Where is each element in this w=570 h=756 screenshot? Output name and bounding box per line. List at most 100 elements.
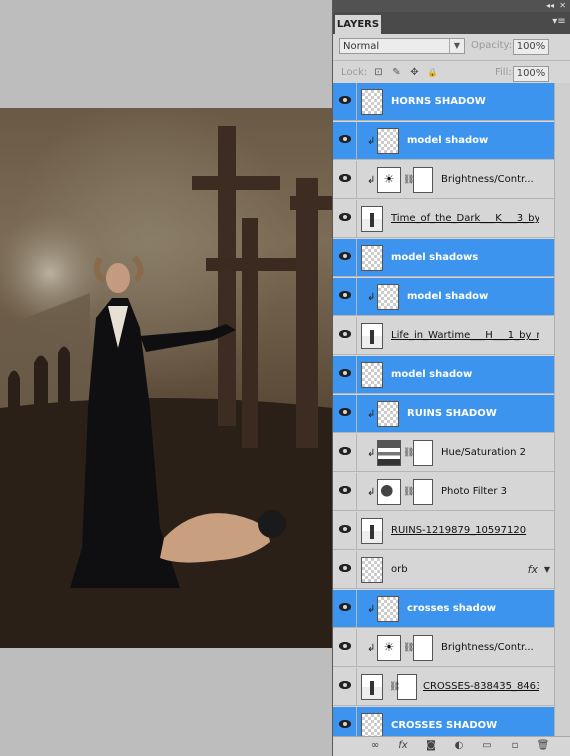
clipping-arrow-icon: ↲ bbox=[367, 409, 376, 420]
layer-row[interactable]: ↲ ☀ ⛓ Brightness/Contr... bbox=[333, 161, 554, 199]
layer-row[interactable]: Life_in_Wartime___H___1_by_m... bbox=[333, 317, 554, 355]
photo-filter-icon[interactable] bbox=[377, 479, 401, 505]
layer-row[interactable]: ↲ RUINS SHADOW bbox=[333, 395, 554, 433]
layer-thumbnail[interactable] bbox=[361, 206, 383, 232]
layer-name[interactable]: model shadow bbox=[407, 122, 539, 160]
new-group-icon[interactable]: ▭ bbox=[479, 739, 495, 753]
layer-name[interactable]: model shadows bbox=[391, 239, 539, 277]
layer-name[interactable]: Brightness/Contr... bbox=[441, 161, 539, 199]
hue-saturation-icon[interactable] bbox=[377, 440, 401, 466]
new-adjustment-layer-icon[interactable]: ◐ bbox=[451, 739, 467, 753]
layer-row[interactable]: model shadow bbox=[333, 356, 554, 394]
layer-name[interactable]: crosses shadow bbox=[407, 590, 539, 628]
visibility-eye-icon[interactable] bbox=[333, 629, 357, 667]
visibility-eye-icon[interactable] bbox=[333, 356, 357, 394]
layer-thumbnail[interactable] bbox=[361, 674, 383, 700]
add-layer-style-icon[interactable]: fx bbox=[395, 739, 411, 753]
visibility-eye-icon[interactable] bbox=[333, 473, 357, 511]
layer-name[interactable]: orb bbox=[391, 551, 539, 589]
lock-all-icon[interactable]: 🔒 bbox=[427, 67, 438, 78]
chain-link-icon[interactable]: ⛓ bbox=[389, 682, 400, 692]
layer-name[interactable]: Brightness/Contr... bbox=[441, 629, 539, 667]
panel-menu-icon[interactable]: ▾≡ bbox=[552, 16, 566, 28]
layer-name[interactable]: CROSSES-838435_8463... bbox=[423, 668, 539, 706]
layer-row[interactable]: ↲ ☀ ⛓ Brightness/Contr... bbox=[333, 629, 554, 667]
layer-thumbnail[interactable] bbox=[361, 713, 383, 737]
visibility-eye-icon[interactable] bbox=[333, 83, 357, 121]
layer-row[interactable]: Time_of_the_Dark___K___3_by... bbox=[333, 200, 554, 238]
new-layer-icon[interactable]: ▫ bbox=[507, 739, 523, 753]
link-layers-icon[interactable]: ∞ bbox=[367, 739, 383, 753]
visibility-eye-icon[interactable] bbox=[333, 122, 357, 160]
layer-thumbnail[interactable] bbox=[377, 401, 399, 427]
layer-name[interactable]: RUINS SHADOW bbox=[407, 395, 539, 433]
layer-thumbnail[interactable] bbox=[377, 284, 399, 310]
visibility-eye-icon[interactable] bbox=[333, 395, 357, 433]
layer-row[interactable]: model shadows bbox=[333, 239, 554, 277]
layer-row[interactable]: ↲ model shadow bbox=[333, 122, 554, 160]
lock-image-icon[interactable]: ✎ bbox=[391, 67, 402, 78]
layer-thumbnail[interactable] bbox=[361, 323, 383, 349]
layer-name[interactable]: Photo Filter 3 bbox=[441, 473, 539, 511]
layer-thumbnail[interactable] bbox=[361, 362, 383, 388]
layer-row[interactable]: orb fx ▼ bbox=[333, 551, 554, 589]
layer-name[interactable]: Life_in_Wartime___H___1_by_m... bbox=[391, 317, 539, 355]
layer-thumbnail[interactable] bbox=[361, 518, 383, 544]
blend-mode-select[interactable]: Normal ▼ bbox=[339, 38, 465, 54]
layer-row[interactable]: ⛓ CROSSES-838435_8463... bbox=[333, 668, 554, 706]
layer-mask-thumbnail[interactable] bbox=[413, 479, 433, 505]
visibility-eye-icon[interactable] bbox=[333, 200, 357, 238]
visibility-eye-icon[interactable] bbox=[333, 707, 357, 737]
brightness-contrast-icon[interactable]: ☀ bbox=[377, 167, 401, 193]
layer-row[interactable]: ↲ ⛓ Photo Filter 3 bbox=[333, 473, 554, 511]
lock-position-icon[interactable]: ✥ bbox=[409, 67, 420, 78]
tab-layers[interactable]: LAYERS bbox=[335, 15, 381, 34]
layer-name[interactable]: HORNS SHADOW bbox=[391, 83, 539, 121]
fill-label: Fill: bbox=[495, 67, 512, 78]
fill-field[interactable]: 100% bbox=[513, 66, 549, 82]
layer-row[interactable]: RUINS-1219879_10597120 bbox=[333, 512, 554, 550]
layer-thumbnail[interactable] bbox=[377, 596, 399, 622]
layer-effects-icon[interactable]: fx bbox=[528, 551, 538, 589]
visibility-eye-icon[interactable] bbox=[333, 317, 357, 355]
panel-title-bar: ◂◂ ✕ bbox=[333, 0, 570, 12]
layer-name[interactable]: CROSSES SHADOW bbox=[391, 707, 539, 737]
layer-thumbnail[interactable] bbox=[361, 245, 383, 271]
delete-layer-icon[interactable]: 🗑 bbox=[535, 739, 551, 753]
visibility-eye-icon[interactable] bbox=[333, 512, 357, 550]
layer-mask-thumbnail[interactable] bbox=[413, 635, 433, 661]
visibility-eye-icon[interactable] bbox=[333, 239, 357, 277]
visibility-eye-icon[interactable] bbox=[333, 551, 357, 589]
document-canvas-area[interactable] bbox=[0, 0, 332, 756]
visibility-eye-icon[interactable] bbox=[333, 278, 357, 316]
layer-name[interactable]: Time_of_the_Dark___K___3_by... bbox=[391, 200, 539, 238]
layer-row[interactable]: ↲ crosses shadow bbox=[333, 590, 554, 628]
visibility-eye-icon[interactable] bbox=[333, 434, 357, 472]
brightness-contrast-icon[interactable]: ☀ bbox=[377, 635, 401, 661]
layer-name[interactable]: model shadow bbox=[391, 356, 539, 394]
visibility-eye-icon[interactable] bbox=[333, 590, 357, 628]
visibility-eye-icon[interactable] bbox=[333, 161, 357, 199]
layer-thumbnail[interactable] bbox=[377, 128, 399, 154]
layer-thumbnail[interactable] bbox=[361, 89, 383, 115]
artwork-image[interactable] bbox=[0, 108, 332, 648]
layer-row[interactable]: ↲ model shadow bbox=[333, 278, 554, 316]
add-mask-icon[interactable]: ◙ bbox=[423, 739, 439, 753]
opacity-field[interactable]: 100% bbox=[513, 39, 549, 55]
layer-name[interactable]: Hue/Saturation 2 bbox=[441, 434, 539, 472]
layer-row[interactable]: ↲ ⛓ Hue/Saturation 2 bbox=[333, 434, 554, 472]
effects-expand-icon[interactable]: ▼ bbox=[544, 551, 550, 589]
layer-mask-thumbnail[interactable] bbox=[413, 167, 433, 193]
visibility-eye-icon[interactable] bbox=[333, 668, 357, 706]
panel-collapse-icon[interactable]: ◂◂ bbox=[546, 0, 554, 12]
layer-list-scrollbar[interactable] bbox=[554, 83, 570, 737]
layer-thumbnail[interactable] bbox=[361, 557, 383, 583]
lock-transparent-icon[interactable]: ⊡ bbox=[373, 67, 384, 78]
layer-row[interactable]: HORNS SHADOW bbox=[333, 83, 554, 121]
layer-mask-thumbnail[interactable] bbox=[413, 440, 433, 466]
panel-close-icon[interactable]: ✕ bbox=[559, 0, 566, 12]
layer-row[interactable]: CROSSES SHADOW bbox=[333, 707, 554, 737]
layer-name[interactable]: model shadow bbox=[407, 278, 539, 316]
layer-list[interactable]: HORNS SHADOW ↲ model shadow ↲ ☀ ⛓ Brightness/C… bbox=[333, 83, 570, 737]
layer-name[interactable]: RUINS-1219879_10597120 bbox=[391, 512, 539, 550]
